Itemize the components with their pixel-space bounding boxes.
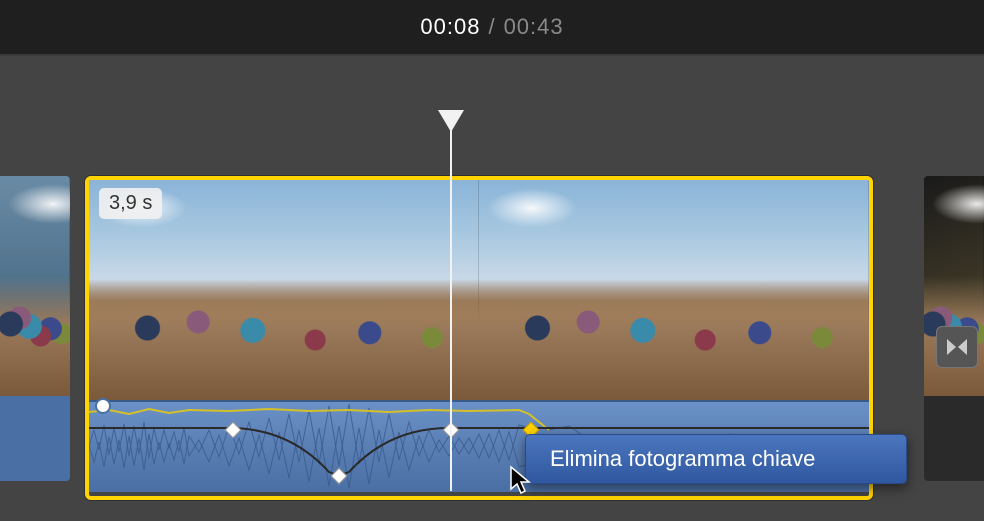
clip-thumbnail	[0, 176, 70, 396]
clip-waveform	[0, 396, 70, 481]
bowtie-icon	[946, 338, 968, 356]
previous-clip[interactable]	[0, 176, 70, 481]
playhead-marker-icon[interactable]	[438, 110, 464, 132]
clip-duration-badge: 3,9 s	[99, 188, 162, 219]
fade-in-handle[interactable]	[95, 398, 111, 414]
menu-item-delete-keyframe[interactable]: Elimina fotogramma chiave	[526, 440, 906, 478]
clip-thumbnails	[89, 180, 869, 400]
playhead[interactable]	[450, 110, 452, 491]
current-time: 00:08	[420, 14, 480, 40]
total-time: 00:43	[504, 14, 564, 40]
context-menu: Elimina fotogramma chiave	[525, 434, 907, 484]
time-separator: /	[488, 14, 495, 40]
transition-button[interactable]	[936, 326, 978, 368]
timeline[interactable]: 3,9 s	[0, 56, 984, 521]
clip-thumbnail	[479, 180, 869, 400]
timecode-display: 00:08 / 00:43	[0, 0, 984, 54]
